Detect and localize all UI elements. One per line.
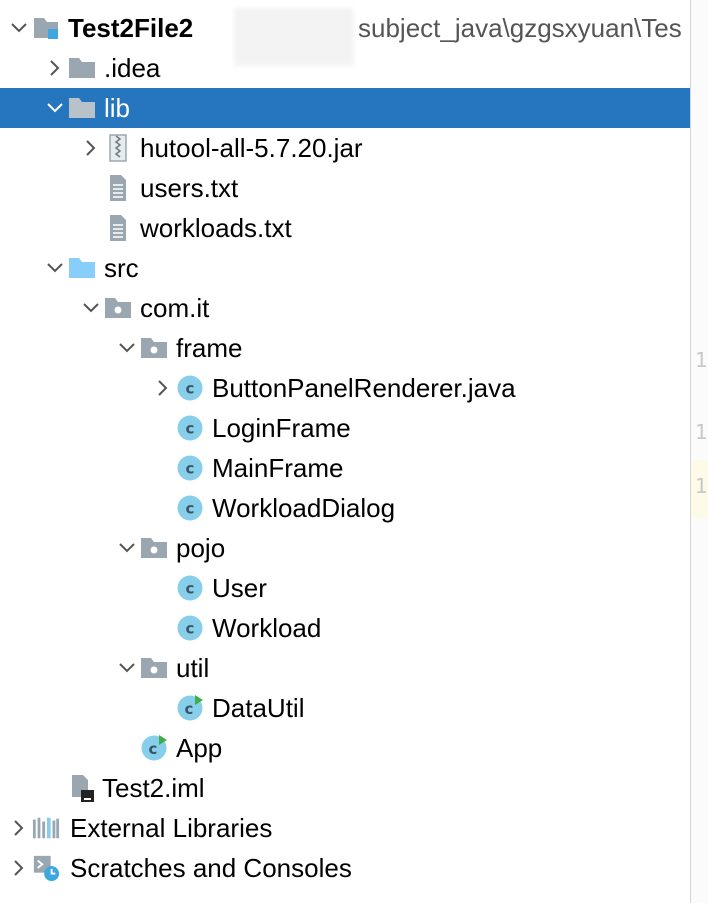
svg-text:c: c	[186, 580, 195, 598]
tree-row-scratches[interactable]: Scratches and Consoles	[0, 848, 690, 888]
chevron-right-icon[interactable]	[78, 128, 104, 168]
java-class-icon: c	[176, 408, 204, 448]
tree-label-data-util: DataUtil	[212, 693, 305, 723]
java-class-icon: c	[176, 568, 204, 608]
tree-label-com-it: com.it	[140, 293, 210, 323]
svg-text:c: c	[186, 620, 195, 638]
java-class-icon: c	[176, 488, 204, 528]
chevron-down-icon[interactable]	[114, 648, 140, 688]
tree-label-app: App	[176, 733, 223, 763]
java-runnable-class-icon: c	[140, 728, 168, 768]
chevron-down-icon[interactable]	[42, 248, 68, 288]
svg-text:c: c	[185, 700, 194, 718]
gutter-mark: 1	[695, 348, 708, 372]
tree-row-workload[interactable]: c Workload	[0, 608, 690, 648]
tree-row-users-txt[interactable]: users.txt	[0, 168, 690, 208]
tree-label-hutool: hutool-all-5.7.20.jar	[140, 133, 363, 163]
tree-label-scratches: Scratches and Consoles	[70, 853, 352, 883]
java-runnable-class-icon: c	[176, 688, 204, 728]
package-icon	[104, 288, 132, 328]
java-class-icon: c	[176, 448, 204, 488]
svg-text:c: c	[186, 460, 195, 478]
svg-text:c: c	[186, 420, 195, 438]
chevron-right-icon[interactable]	[6, 848, 32, 888]
tree-label-workload: Workload	[212, 613, 322, 643]
chevron-down-icon[interactable]	[114, 528, 140, 568]
package-icon	[140, 528, 168, 568]
tree-row-user[interactable]: c User	[0, 568, 690, 608]
chevron-down-icon[interactable]	[42, 88, 68, 128]
gutter-mark: 1	[695, 420, 708, 444]
tree-label-main-frame: MainFrame	[212, 453, 344, 483]
tree-label-external-libraries: External Libraries	[70, 813, 273, 843]
tree-row-hutool[interactable]: hutool-all-5.7.20.jar	[0, 128, 690, 168]
tree-row-button-panel-renderer[interactable]: c ButtonPanelRenderer.java	[0, 368, 690, 408]
package-icon	[140, 648, 168, 688]
tree-label-util: util	[176, 653, 210, 683]
text-file-icon	[104, 208, 132, 248]
tree-label-users-txt: users.txt	[140, 173, 239, 203]
libraries-icon	[32, 808, 60, 848]
tree-label-idea: .idea	[104, 53, 161, 83]
tree-row-login-frame[interactable]: c LoginFrame	[0, 408, 690, 448]
tree-row-external-libraries[interactable]: External Libraries	[0, 808, 690, 848]
tree-row-com-it[interactable]: com.it	[0, 288, 690, 328]
tree-label-pojo: pojo	[176, 533, 226, 563]
tree-label-frame: frame	[176, 333, 243, 363]
svg-text:c: c	[186, 380, 195, 398]
gutter-mark: 1	[695, 474, 708, 498]
tree-label-workload-dialog: WorkloadDialog	[212, 493, 396, 523]
tree-label-lib: lib	[104, 93, 131, 123]
chevron-right-icon[interactable]	[42, 48, 68, 88]
scratches-icon	[32, 848, 60, 888]
chevron-right-icon[interactable]	[150, 368, 176, 408]
tree-row-app[interactable]: c App	[0, 728, 690, 768]
tree-row-lib[interactable]: lib	[0, 88, 690, 128]
editor-gutter-edge: 1 1 1	[691, 0, 708, 903]
tree-row-pojo[interactable]: pojo	[0, 528, 690, 568]
tree-row-frame[interactable]: frame	[0, 328, 690, 368]
folder-icon	[68, 88, 96, 128]
folder-icon	[68, 48, 96, 88]
chevron-down-icon[interactable]	[6, 8, 32, 48]
tree-row-iml[interactable]: Test2.iml	[0, 768, 690, 808]
tree-row-workload-dialog[interactable]: c WorkloadDialog	[0, 488, 690, 528]
project-tree: Test2File2 subject_java\gzgsxyuan\Tes .i…	[0, 8, 690, 888]
tree-label-workloads-txt: workloads.txt	[140, 213, 292, 243]
tree-row-workloads-txt[interactable]: workloads.txt	[0, 208, 690, 248]
project-module-icon	[32, 8, 60, 48]
tree-label-button-panel-renderer: ButtonPanelRenderer.java	[212, 373, 516, 403]
tree-label-iml: Test2.iml	[102, 773, 205, 803]
svg-text:c: c	[186, 500, 195, 518]
svg-text:c: c	[149, 740, 158, 758]
chevron-right-icon[interactable]	[6, 808, 32, 848]
jar-archive-icon	[104, 128, 132, 168]
package-icon	[140, 328, 168, 368]
tree-label-login-frame: LoginFrame	[212, 413, 351, 443]
tree-label-src: src	[104, 253, 139, 283]
java-class-icon: c	[176, 608, 204, 648]
source-root-folder-icon	[68, 248, 96, 288]
project-path: subject_java\gzgsxyuan\Tes	[358, 12, 682, 43]
tree-row-idea[interactable]: .idea	[0, 48, 690, 88]
chevron-down-icon[interactable]	[78, 288, 104, 328]
tree-row-util[interactable]: util	[0, 648, 690, 688]
java-class-icon: c	[176, 368, 204, 408]
iml-file-icon	[68, 768, 96, 808]
text-file-icon	[104, 168, 132, 208]
chevron-down-icon[interactable]	[114, 328, 140, 368]
tree-row-root[interactable]: Test2File2 subject_java\gzgsxyuan\Tes	[0, 8, 690, 66]
tree-row-data-util[interactable]: c DataUtil	[0, 688, 690, 728]
tree-row-src[interactable]: src	[0, 248, 690, 288]
tree-label-user: User	[212, 573, 267, 603]
project-name: Test2File2	[68, 13, 194, 43]
tree-row-main-frame[interactable]: c MainFrame	[0, 448, 690, 488]
